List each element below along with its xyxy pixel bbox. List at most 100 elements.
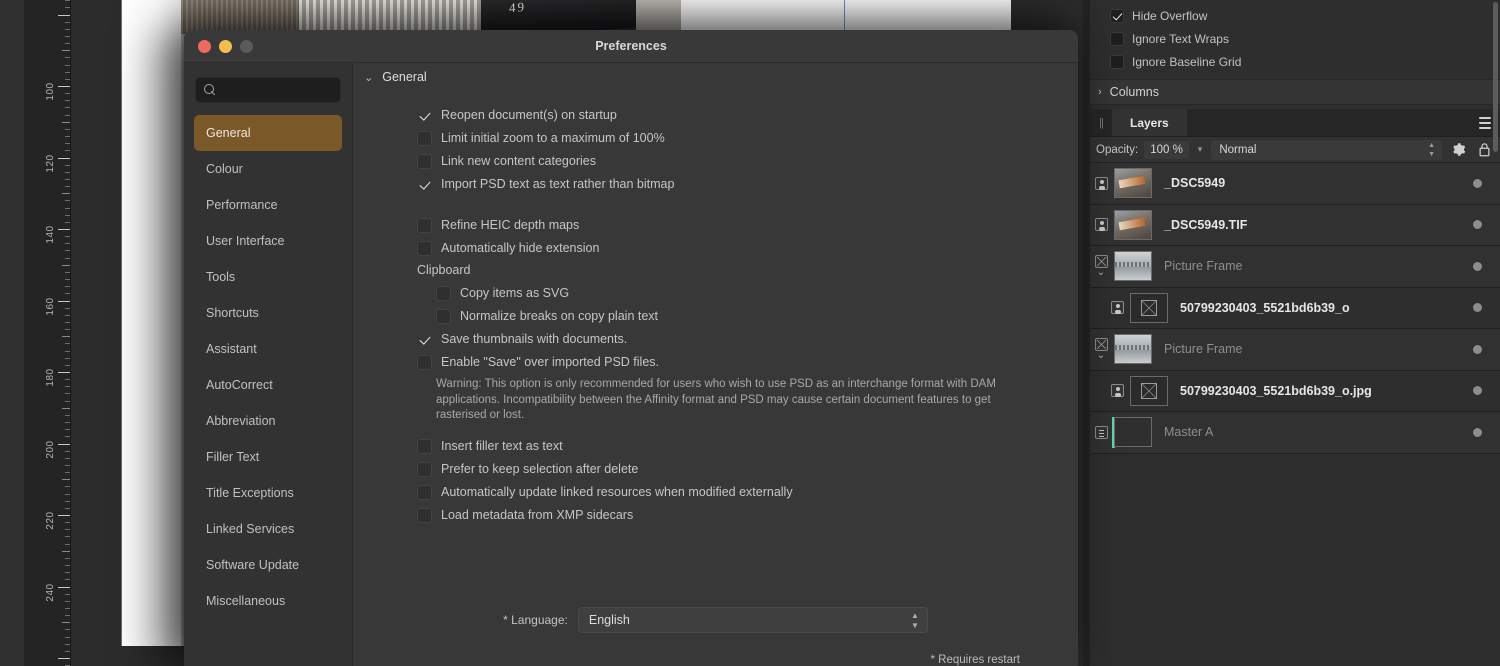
checkbox-row[interactable]: Save thumbnails with documents. xyxy=(417,331,1078,347)
checkbox-icon[interactable] xyxy=(417,131,432,146)
sidebar-item-abbreviation[interactable]: Abbreviation xyxy=(194,403,342,439)
checkbox-row[interactable]: Enable "Save" over imported PSD files. xyxy=(417,354,1078,370)
checkbox-icon[interactable] xyxy=(417,218,432,233)
ruler-tick xyxy=(65,507,70,509)
lock-icon[interactable] xyxy=(1474,142,1494,157)
ruler-tick xyxy=(58,443,70,445)
layer-row[interactable]: 50799230403_5521bd6b39_o.jpg xyxy=(1090,370,1500,412)
checkbox-row[interactable]: Normalize breaks on copy plain text xyxy=(436,308,1078,324)
opacity-value[interactable]: 100 % xyxy=(1144,140,1189,159)
layer-row[interactable]: 50799230403_5521bd6b39_o xyxy=(1090,287,1500,329)
layer-visibility-toggle[interactable] xyxy=(1473,220,1482,230)
chevron-down-icon[interactable]: ⌄ xyxy=(1097,268,1105,278)
sidebar-item-autocorrect[interactable]: AutoCorrect xyxy=(194,367,342,403)
preferences-nav: General Colour Performance User Interface To… xyxy=(184,115,352,619)
sidebar-item-filler-text[interactable]: Filler Text xyxy=(194,439,342,475)
checkbox-icon[interactable] xyxy=(417,484,432,500)
checkbox-checked-icon[interactable] xyxy=(417,177,432,192)
layer-visibility-toggle[interactable] xyxy=(1473,178,1482,188)
search-input[interactable] xyxy=(223,83,332,97)
checkbox-row[interactable]: Automatically update linked resources wh… xyxy=(417,484,1078,500)
layer-row[interactable]: _DSC5949.TIF xyxy=(1090,204,1500,246)
panel-grip-icon[interactable]: || xyxy=(1090,109,1112,136)
ruler-tick xyxy=(65,393,70,395)
window-titlebar[interactable]: Preferences xyxy=(184,30,1078,63)
layer-visibility-toggle[interactable] xyxy=(1473,303,1482,313)
preferences-body: General Colour Performance User Interface To… xyxy=(184,63,1078,666)
ruler-tick xyxy=(62,622,70,624)
layer-visibility-toggle[interactable] xyxy=(1473,427,1482,437)
layer-row[interactable]: ⌄ Picture Frame xyxy=(1090,329,1500,371)
text-option-row[interactable]: Ignore Baseline Grid xyxy=(1090,50,1500,73)
checkbox-icon[interactable] xyxy=(417,355,432,370)
blend-mode-select[interactable]: Normal ▲ ▼ xyxy=(1211,139,1442,160)
sidebar-item-miscellaneous[interactable]: Miscellaneous xyxy=(194,583,342,619)
gear-icon[interactable] xyxy=(1448,142,1468,157)
placed-photo[interactable]: 49 xyxy=(181,0,681,34)
content-header[interactable]: ⌄ General xyxy=(353,63,1078,91)
sidebar-item-assistant[interactable]: Assistant xyxy=(194,331,342,367)
layer-visibility-toggle[interactable] xyxy=(1473,344,1482,354)
checkbox-icon[interactable] xyxy=(417,507,432,523)
ruler-tick xyxy=(65,186,70,188)
chevron-down-icon[interactable]: ⌄ xyxy=(364,71,373,84)
sidebar-item-general[interactable]: General xyxy=(194,115,342,151)
checkbox-checked-icon[interactable] xyxy=(1110,8,1124,23)
panel-scrollbar[interactable] xyxy=(1493,2,1498,152)
sidebar-item-user-interface[interactable]: User Interface xyxy=(194,223,342,259)
checkbox-icon[interactable] xyxy=(436,309,451,324)
checkbox-row[interactable]: Limit initial zoom to a maximum of 100% xyxy=(417,130,1078,146)
checkbox-row[interactable]: Reopen document(s) on startup xyxy=(417,107,1078,123)
checkbox-row[interactable]: Import PSD text as text rather than bitm… xyxy=(417,176,1078,192)
stepper-icon[interactable]: ▲ ▼ xyxy=(911,612,919,630)
layer-name: 50799230403_5521bd6b39_o.jpg xyxy=(1180,383,1372,398)
text-option-row[interactable]: Ignore Text Wraps xyxy=(1090,27,1500,50)
vertical-ruler[interactable]: 100 120 140 160 180 200 220 240 xyxy=(24,0,71,666)
layer-visibility-toggle[interactable] xyxy=(1473,386,1482,396)
checkbox-row[interactable]: Prefer to keep selection after delete xyxy=(417,461,1078,477)
sidebar-item-shortcuts[interactable]: Shortcuts xyxy=(194,295,342,331)
checkbox-checked-icon[interactable] xyxy=(417,332,432,347)
checkbox-row[interactable]: Refine HEIC depth maps xyxy=(417,217,1078,233)
chevron-down-icon[interactable]: ⌄ xyxy=(1097,351,1105,361)
layer-visibility-toggle[interactable] xyxy=(1473,261,1482,271)
sidebar-item-linked-services[interactable]: Linked Services xyxy=(194,511,342,547)
checkbox-icon[interactable] xyxy=(417,154,432,169)
chevron-down-icon[interactable]: ▾ xyxy=(1195,144,1206,155)
layer-row[interactable]: _DSC5949 xyxy=(1090,163,1500,205)
ruler-label: 140 xyxy=(45,225,56,244)
checkbox-icon[interactable] xyxy=(436,286,451,301)
sidebar-item-title-exceptions[interactable]: Title Exceptions xyxy=(194,475,342,511)
section-columns[interactable]: › Columns xyxy=(1090,79,1500,105)
text-option-label: Ignore Baseline Grid xyxy=(1132,54,1242,69)
ruler-tick xyxy=(65,607,70,609)
checkbox-icon[interactable] xyxy=(417,461,432,477)
checkbox-row[interactable]: Insert filler text as text xyxy=(417,438,1078,454)
layer-properties-bar: Opacity: 100 % ▾ Normal ▲ ▼ xyxy=(1090,137,1500,163)
image-layer-icon xyxy=(1110,384,1124,398)
checkbox-label: Save thumbnails with documents. xyxy=(441,332,628,346)
language-select[interactable]: English ▲ ▼ xyxy=(577,607,928,633)
layer-row[interactable]: ⌄ Picture Frame xyxy=(1090,246,1500,288)
search-box[interactable] xyxy=(195,77,341,103)
sidebar-item-colour[interactable]: Colour xyxy=(194,151,342,187)
checkbox-label: Normalize breaks on copy plain text xyxy=(460,309,659,323)
checkbox-icon[interactable] xyxy=(417,438,432,454)
layer-row[interactable]: Master A xyxy=(1090,412,1500,454)
checkbox-row[interactable]: Copy items as SVG xyxy=(436,285,1078,301)
checkbox-row[interactable]: Load metadata from XMP sidecars xyxy=(417,507,1078,523)
tabbar-spacer xyxy=(1187,109,1470,136)
sidebar-item-tools[interactable]: Tools xyxy=(194,259,342,295)
checkbox-icon[interactable] xyxy=(1110,54,1124,69)
checkbox-checked-icon[interactable] xyxy=(417,108,432,123)
stepper-icon[interactable]: ▲ ▼ xyxy=(1428,142,1435,158)
checkbox-icon[interactable] xyxy=(1110,31,1124,46)
sidebar-item-performance[interactable]: Performance xyxy=(194,187,342,223)
text-option-row[interactable]: Hide Overflow xyxy=(1090,4,1500,27)
checkbox-icon[interactable] xyxy=(417,241,432,256)
sidebar-item-software-update[interactable]: Software Update xyxy=(194,547,342,583)
checkbox-row[interactable]: Link new content categories xyxy=(417,153,1078,169)
checkbox-row[interactable]: Automatically hide extension xyxy=(417,240,1078,256)
app-root: 100 120 140 160 180 200 220 240 49 Hide Overflo… xyxy=(0,0,1500,666)
tab-layers[interactable]: Layers xyxy=(1112,109,1187,136)
